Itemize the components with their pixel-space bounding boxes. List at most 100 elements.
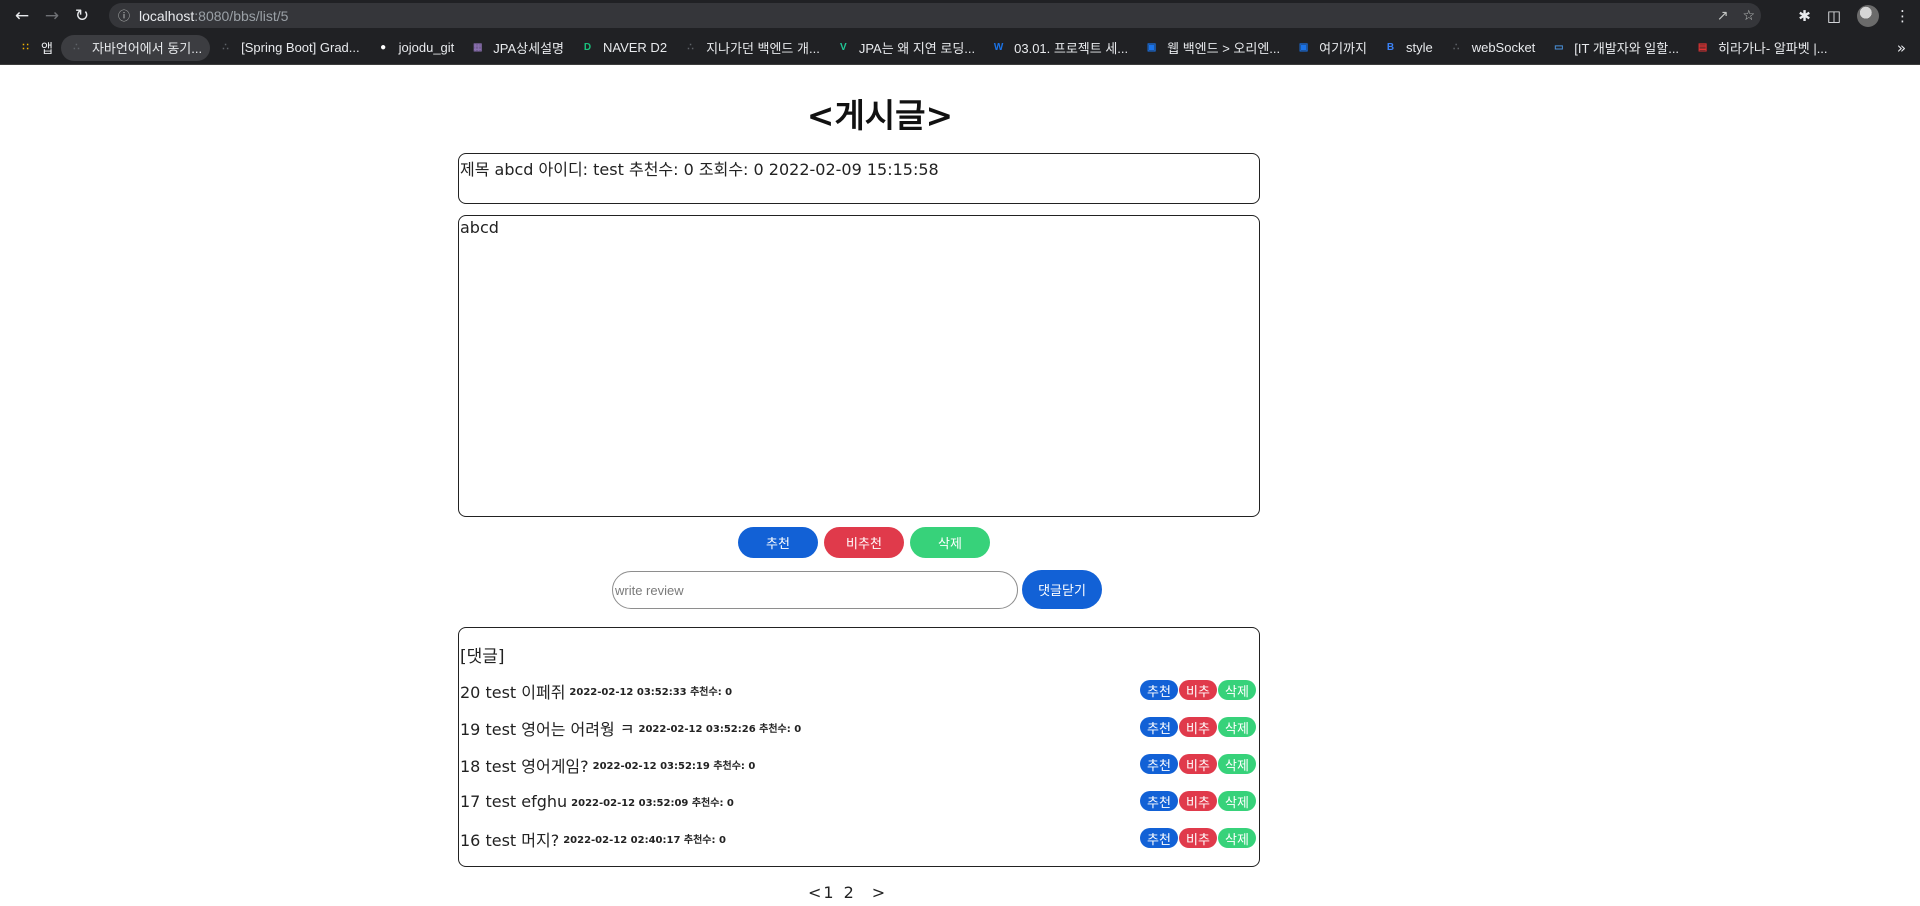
url-path: :8080/bbs/list/5 [194,7,289,24]
bookmark-item[interactable]: ▤ 히라가나- 알파벳 |... [1687,35,1836,61]
bookmark-item[interactable]: ▣ 웹 백엔드 > 오리엔... [1136,35,1288,61]
chart-icon: ▤ [1697,42,1708,53]
github-icon: ● [380,42,387,53]
comment-recommend-button[interactable]: 추천 [1140,717,1178,737]
comment-recommend-button[interactable]: 추천 [1140,828,1178,848]
comment-row: 16 test 머지? 2022-02-12 02:40:17 추천수: 0 추천 비… [460,820,1258,857]
comment-actions: 추천 비추 삭제 [1140,754,1256,774]
comment-recommend-button[interactable]: 추천 [1140,791,1178,811]
comment-actions: 추천 비추 삭제 [1140,680,1256,700]
bookmark-label: 자바언어에서 동기... [91,41,203,56]
bookmark-label: [Spring Boot] Grad... [241,40,360,55]
bookmark-label: JPA상세설명 [493,41,564,56]
page-icon: ▣ [1146,42,1157,53]
pagination-page-1[interactable]: 1 [823,883,833,902]
laptop-icon: ▭ [1554,42,1564,53]
comment-meta: 2022-02-12 02:40:17 추천수: 0 [563,835,726,846]
bookmark-item[interactable]: W 03.01. 프로젝트 세... [983,35,1136,61]
bookmark-item[interactable]: D NAVER D2 [572,35,675,61]
bookmark-item[interactable]: V JPA는 왜 지연 로딩... [828,35,983,61]
close-comments-button[interactable]: 댓글닫기 [1022,570,1102,609]
velog-icon: ∴ [222,42,229,53]
comment-not-recommend-button[interactable]: 비추 [1179,791,1217,811]
comment-delete-button[interactable]: 삭제 [1218,717,1256,737]
not-recommend-button[interactable]: 비추천 [824,527,904,558]
bookmark-item[interactable]: ∴ 지나가던 백엔드 개... [675,35,828,61]
bookmark-item[interactable]: ▦ JPA상세설명 [462,35,572,61]
post-actions: 추천 비추천 삭제 [738,527,990,558]
bookmark-label: 03.01. 프로젝트 세... [1014,41,1129,56]
extensions-icon[interactable]: ✱ [1798,7,1811,25]
bookmark-item[interactable]: ▭ [IT 개발자와 일할... [1543,35,1687,61]
comment-row: 19 test 영어는 어려웡 ㅋ 2022-02-12 03:52:26 추천수… [460,709,1258,746]
comment-delete-button[interactable]: 삭제 [1218,754,1256,774]
bookmark-label: JPA는 왜 지연 로딩... [858,41,976,56]
comment-row: 20 test 이페쥐 2022-02-12 03:52:33 추천수: 0 추천 비… [460,672,1258,709]
comment-not-recommend-button[interactable]: 비추 [1179,717,1217,737]
pagination: < 1 2 > [808,883,885,902]
bookmark-label: 웹 백엔드 > 오리엔... [1167,41,1281,56]
comment-recommend-button[interactable]: 추천 [1140,680,1178,700]
reload-icon[interactable]: ↻ [67,1,97,31]
bookmark-item[interactable]: ∷ 앱 [10,35,61,61]
bookmark-item[interactable]: ∴ webSocket [1441,35,1544,61]
bookmark-label: webSocket [1471,40,1536,55]
apps-grid-icon: ∷ [22,42,29,53]
post-content: abcd [460,218,499,237]
recommend-button[interactable]: 추천 [738,527,818,558]
bookmark-item[interactable]: ∴ 자바언어에서 동기... [60,34,211,61]
comment-not-recommend-button[interactable]: 비추 [1179,680,1217,700]
naver-d2-icon: D [583,42,592,53]
side-panel-icon[interactable]: ◫ [1827,7,1841,25]
bookmark-label: 지나가던 백엔드 개... [706,41,820,56]
w-icon: W [993,42,1004,53]
velog-icon: ∴ [687,42,694,53]
pagination-prev[interactable]: < [808,883,821,902]
comment-actions: 추천 비추 삭제 [1140,717,1256,737]
comment-not-recommend-button[interactable]: 비추 [1179,754,1217,774]
back-arrow-icon[interactable]: ← [7,1,37,31]
bookmark-item[interactable]: ∴ [Spring Boot] Grad... [210,35,368,61]
share-icon[interactable]: ↗ [1717,8,1729,24]
comment-list: 20 test 이페쥐 2022-02-12 03:52:33 추천수: 0 추천 비… [460,672,1258,857]
menu-icon[interactable]: ⋮ [1895,7,1910,25]
comment-meta: 2022-02-12 03:52:09 추천수: 0 [571,798,734,809]
comments-box: [댓글] 20 test 이페쥐 2022-02-12 03:52:33 추천수:… [458,627,1260,867]
comment-text: 20 test 이페쥐 [460,682,566,702]
comment-row: 18 test 영어게임? 2022-02-12 03:52:19 추천수: 0 추… [460,746,1258,783]
bookmark-item[interactable]: ● jojodu_git [368,35,463,61]
comment-not-recommend-button[interactable]: 비추 [1179,828,1217,848]
bookmarks-overflow-icon[interactable]: » [1897,31,1906,65]
browser-toolbar: ← → ↻ ⓘ localhost:8080/bbs/list/5 ↗ ☆ ✱ … [0,0,1920,31]
bootstrap-icon: B [1386,42,1395,53]
address-bar[interactable]: ⓘ localhost:8080/bbs/list/5 ↗ ☆ [109,3,1761,28]
pagination-next[interactable]: > [872,883,885,902]
comment-meta: 2022-02-12 03:52:19 추천수: 0 [592,761,756,772]
forward-arrow-icon[interactable]: → [37,1,67,31]
delete-button[interactable]: 삭제 [910,527,990,558]
page-content: <게시글> 제목 abcd 아이디: test 추천수: 0 조회수: 0 20… [0,65,1920,906]
pagination-page-2[interactable]: 2 [844,883,854,902]
star-icon[interactable]: ☆ [1742,8,1755,24]
page-icon: ▣ [1298,42,1309,53]
url-text: localhost:8080/bbs/list/5 [139,8,288,24]
bookmark-label: 여기까지 [1319,41,1367,56]
profile-avatar[interactable] [1857,4,1879,27]
comment-meta: 2022-02-12 03:52:26 추천수: 0 [638,724,802,735]
comments-heading: [댓글] [460,647,505,667]
bookmark-label: 히라가나- 알파벳 |... [1718,41,1828,56]
post-meta-box: 제목 abcd 아이디: test 추천수: 0 조회수: 0 2022-02-… [458,153,1260,204]
bookmark-label: 앱 [41,41,53,56]
bookmark-item[interactable]: ▣ 여기까지 [1288,35,1375,61]
site-info-icon[interactable]: ⓘ [109,7,139,24]
comment-recommend-button[interactable]: 추천 [1140,754,1178,774]
page-title: <게시글> [806,96,954,135]
bookmarks-bar: ∷ 앱 ∴ 자바언어에서 동기... ∴ [Spring Boot] Grad... ● jo… [0,31,1920,65]
comment-delete-button[interactable]: 삭제 [1218,791,1256,811]
bookmark-item[interactable]: Bstyle [1375,35,1441,61]
comment-delete-button[interactable]: 삭제 [1218,680,1256,700]
comment-delete-button[interactable]: 삭제 [1218,828,1256,848]
review-input[interactable] [612,571,1018,609]
comment-text: 19 test 영어는 어려웡 ㅋ [460,719,635,739]
bookmark-thumbnail-icon: ▦ [473,42,483,53]
